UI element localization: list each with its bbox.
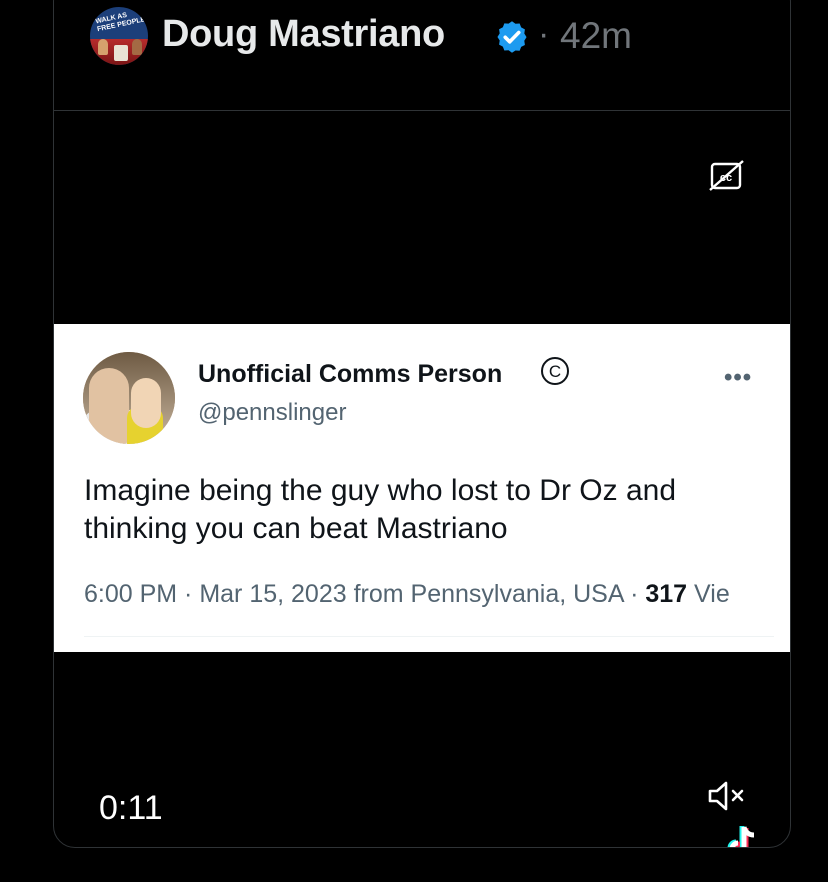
verified-badge-icon: [497, 21, 527, 53]
video-elapsed-time: 0:11: [99, 789, 163, 827]
copyright-icon: C: [541, 357, 569, 385]
embedded-tweet-divider: [84, 636, 774, 637]
post-header: WALK AS FREE PEOPLE Doug Mastriano · 42m: [54, 1, 790, 91]
meta-timestamp-location: 6:00 PM · Mar 15, 2023 from Pennsylvania…: [84, 580, 646, 608]
avatar-man: [89, 368, 129, 444]
embedded-tweet-screenshot: Unofficial Comms Person C @pennslinger •…: [54, 324, 790, 652]
author-name[interactable]: Doug Mastriano: [162, 13, 445, 56]
avatar-figure-right: [132, 39, 142, 55]
avatar-podium: [114, 45, 128, 61]
screen: { "post": { "author_name": "Doug Mastria…: [0, 0, 828, 882]
avatar-baby: [131, 378, 161, 428]
svg-text:C: C: [549, 362, 561, 381]
tiktok-logo-icon: [727, 826, 755, 847]
embedded-tweet-meta: 6:00 PM · Mar 15, 2023 from Pennsylvania…: [84, 580, 730, 609]
embedded-tweet-text: Imagine being the guy who lost to Dr Oz …: [84, 474, 677, 545]
embedded-author-handle: @pennslinger: [198, 399, 347, 426]
closed-captions-off-icon[interactable]: cc: [709, 159, 745, 193]
post-card: WALK AS FREE PEOPLE Doug Mastriano · 42m…: [53, 0, 791, 848]
muted-speaker-icon[interactable]: [706, 779, 748, 813]
embedded-author-name: Unofficial Comms Person: [198, 360, 503, 388]
embedded-author-avatar: [83, 352, 175, 444]
views-label: Vie: [687, 580, 730, 608]
header-divider: [54, 110, 790, 111]
svg-text:cc: cc: [720, 172, 732, 184]
views-count: 317: [645, 580, 688, 608]
header-separator: ·: [538, 15, 550, 53]
avatar-banner-text: WALK AS FREE PEOPLE: [94, 11, 146, 34]
author-avatar[interactable]: WALK AS FREE PEOPLE: [90, 7, 148, 65]
avatar-figure-left: [98, 39, 108, 55]
post-timestamp[interactable]: 42m: [560, 15, 632, 57]
more-options-icon: •••: [724, 364, 753, 391]
